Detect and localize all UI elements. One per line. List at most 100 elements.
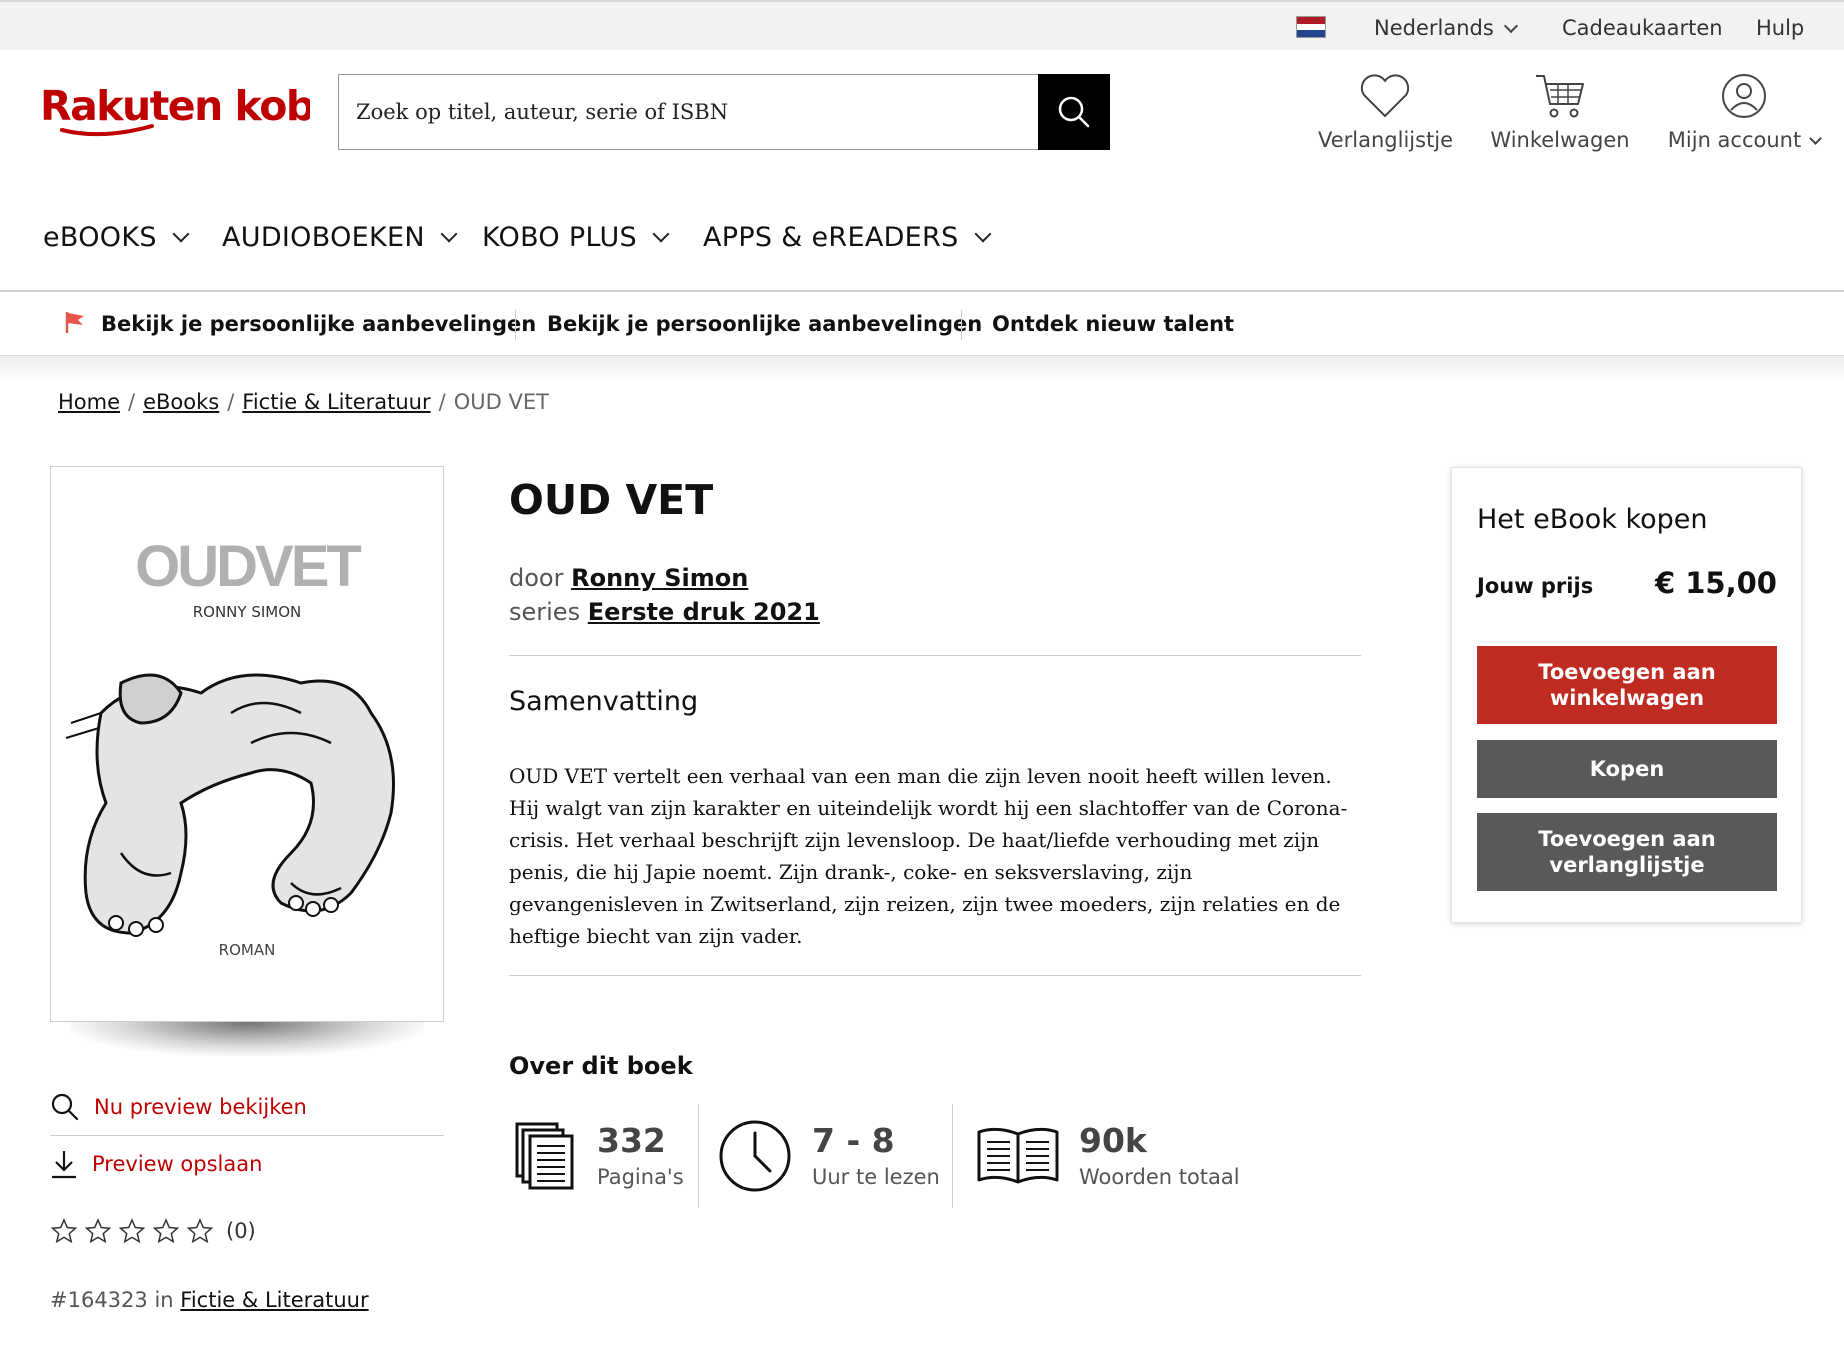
add-to-cart-button[interactable]: Toevoegen aan winkelwagen	[1477, 646, 1777, 724]
wishlist-link[interactable]: Verlanglijstje	[1318, 72, 1454, 152]
language-selector[interactable]: Nederlands	[1374, 16, 1518, 40]
account-menu[interactable]: Mijn account	[1662, 72, 1826, 152]
nav-label: AUDIOBOEKEN	[222, 222, 425, 253]
pages-value: 332	[597, 1121, 666, 1160]
cover-illustration	[65, 673, 395, 937]
cover-title: OUDVET	[135, 534, 362, 599]
price-label: Jouw prijs	[1477, 574, 1594, 598]
buy-now-button[interactable]: Kopen	[1477, 740, 1777, 798]
breadcrumb-separator: /	[438, 390, 446, 414]
author-link[interactable]: Ronny Simon	[571, 564, 748, 592]
series-label: series	[509, 598, 581, 626]
buy-box-heading: Het eBook kopen	[1477, 504, 1708, 535]
flag-icon	[65, 312, 84, 333]
rank-number: #164323	[50, 1288, 148, 1312]
breadcrumb: Home / eBooks / Fictie & Literatuur / OUD VET	[58, 390, 549, 414]
about-heading: Over dit boek	[509, 1052, 693, 1080]
synopsis-text: OUD VET vertelt een verhaal van een man …	[509, 764, 1348, 948]
reading-time-label: Uur te lezen	[812, 1165, 940, 1189]
price-value: € 15,00	[1654, 566, 1777, 600]
chevron-down-icon	[652, 225, 670, 243]
by-label: door	[509, 564, 564, 592]
view-preview-label: Nu preview bekijken	[94, 1095, 307, 1119]
netherlands-flag-icon[interactable]	[1296, 16, 1326, 38]
star-empty-icon[interactable]	[84, 1218, 112, 1244]
star-empty-icon[interactable]	[118, 1218, 146, 1244]
word-count-label: Woorden totaal	[1079, 1165, 1240, 1189]
chevron-down-icon	[1809, 132, 1823, 145]
search-icon	[51, 1093, 79, 1121]
book-cover[interactable]: OUDVET RONNY SIMON ROMAN	[50, 466, 444, 1022]
nav-ebooks[interactable]: eBOOKS	[43, 222, 190, 253]
help-link[interactable]: Hulp	[1756, 16, 1804, 40]
reading-time-value: 7 - 8	[812, 1121, 895, 1160]
chevron-down-icon	[1503, 18, 1518, 34]
star-empty-icon[interactable]	[50, 1218, 78, 1244]
promo-bar: Bekijk je persoonlijke aanbevelingen Bek…	[0, 290, 1844, 356]
save-preview-link[interactable]: Preview opslaan	[50, 1149, 262, 1179]
promo-divider	[515, 310, 516, 340]
series-line: series Eerste druk 2021	[509, 598, 820, 626]
cart-label: Winkelwagen	[1490, 128, 1630, 152]
series-link[interactable]: Eerste druk 2021	[588, 598, 820, 626]
heart-icon	[1360, 74, 1410, 117]
add-to-wishlist-button[interactable]: Toevoegen aan verlanglijstje	[1477, 813, 1777, 891]
search-input[interactable]	[339, 75, 1039, 149]
rating-count: (0)	[226, 1219, 256, 1243]
promo-new-talent-link[interactable]: Ontdek nieuw talent	[992, 312, 1234, 336]
promo-recommendations-link-2[interactable]: Bekijk je persoonlijke aanbevelingen	[547, 312, 982, 336]
chevron-down-icon	[974, 225, 992, 243]
cover-label: ROMAN	[218, 941, 276, 959]
chevron-down-icon	[440, 225, 458, 243]
user-icon	[1722, 74, 1766, 118]
search-box	[338, 74, 1110, 150]
synopsis-heading: Samenvatting	[509, 686, 699, 717]
star-empty-icon[interactable]	[186, 1218, 214, 1244]
stat-divider	[952, 1104, 953, 1208]
rank-category-link[interactable]: Fictie & Literatuur	[180, 1288, 368, 1312]
language-label: Nederlands	[1374, 16, 1494, 40]
cover-author: RONNY SIMON	[192, 603, 302, 621]
star-rating[interactable]: (0)	[50, 1218, 256, 1244]
category-rank: #164323 in Fictie & Literatuur	[50, 1288, 369, 1312]
promo-recommendations-link[interactable]: Bekijk je persoonlijke aanbevelingen	[101, 312, 536, 336]
pages-label: Pagina's	[597, 1165, 684, 1189]
star-empty-icon[interactable]	[152, 1218, 180, 1244]
pages-icon	[515, 1122, 574, 1190]
nav-audiobooks[interactable]: AUDIOBOEKEN	[222, 222, 458, 253]
gift-cards-link[interactable]: Cadeaukaarten	[1562, 16, 1723, 40]
breadcrumb-ebooks[interactable]: eBooks	[143, 390, 219, 414]
author-line: door Ronny Simon	[509, 564, 748, 592]
breadcrumb-category[interactable]: Fictie & Literatuur	[242, 390, 430, 414]
nav-label: KOBO PLUS	[482, 222, 637, 253]
clock-icon	[719, 1120, 791, 1192]
save-preview-label: Preview opslaan	[92, 1152, 263, 1176]
divider	[509, 655, 1361, 656]
wishlist-label: Verlanglijstje	[1318, 128, 1454, 152]
cart-link[interactable]: Winkelwagen	[1490, 72, 1630, 152]
download-icon	[52, 1151, 76, 1179]
buy-box: Het eBook kopen Jouw prijs € 15,00 Toevo…	[1451, 467, 1802, 923]
view-preview-link[interactable]: Nu preview bekijken	[50, 1092, 307, 1122]
promo-shadow	[0, 356, 1844, 382]
stat-pages: 332 Pagina's	[513, 1104, 684, 1208]
chevron-down-icon	[172, 225, 190, 243]
stat-word-count: 90k Woorden totaal	[975, 1104, 1240, 1208]
nav-label: APPS & eREADERS	[703, 222, 959, 253]
book-title: OUD VET	[509, 476, 714, 524]
preview-divider	[50, 1135, 444, 1136]
promo-divider	[961, 310, 962, 340]
search-button[interactable]	[1038, 74, 1110, 150]
nav-apps-ereaders[interactable]: APPS & eREADERS	[703, 222, 992, 253]
rakuten-kobo-logo[interactable]: Rakuten kobo	[40, 80, 310, 144]
logo-text: Rakuten kobo	[40, 82, 310, 130]
rank-in-label: in	[154, 1288, 174, 1312]
open-book-icon	[977, 1127, 1059, 1184]
breadcrumb-current: OUD VET	[453, 390, 549, 414]
nav-kobo-plus[interactable]: KOBO PLUS	[482, 222, 670, 253]
breadcrumb-home[interactable]: Home	[58, 390, 120, 414]
divider	[509, 975, 1361, 976]
utility-bar: Nederlands Cadeaukaarten Hulp	[0, 0, 1844, 50]
stat-divider	[698, 1104, 699, 1208]
search-icon	[1058, 96, 1090, 128]
